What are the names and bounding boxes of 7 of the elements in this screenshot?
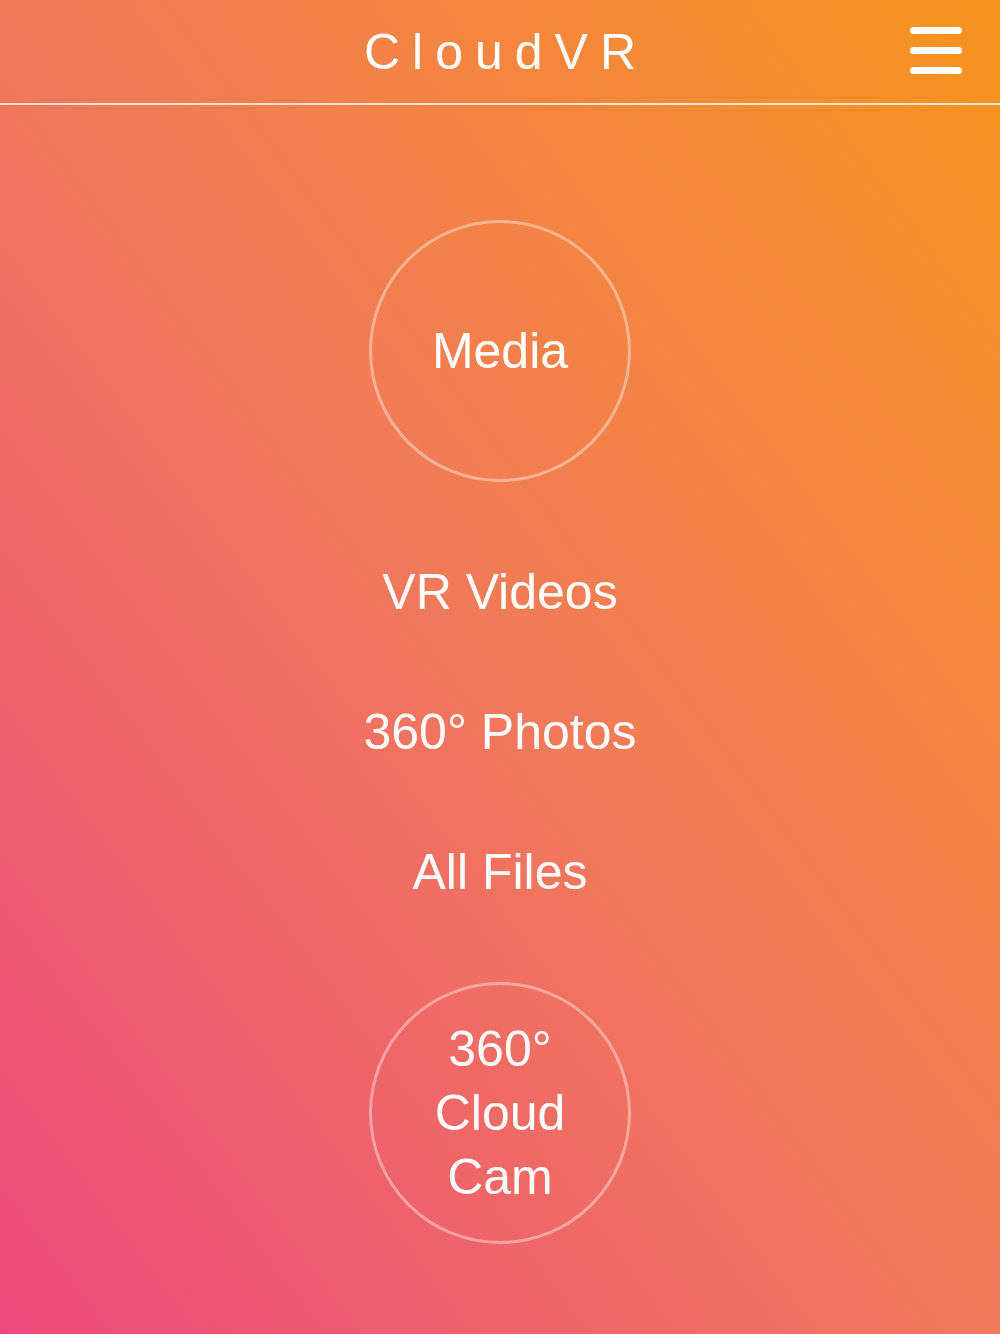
menu-icon[interactable] — [910, 27, 962, 75]
media-button[interactable]: Media — [369, 220, 631, 482]
app-title: CloudVR — [362, 22, 649, 81]
menu-item[interactable]: All Files — [412, 842, 588, 902]
cloud-cam-button[interactable]: 360° Cloud Cam — [369, 982, 631, 1244]
menu-item[interactable]: 360° Photos — [363, 702, 637, 762]
menu-item[interactable]: VR Videos — [382, 562, 618, 622]
